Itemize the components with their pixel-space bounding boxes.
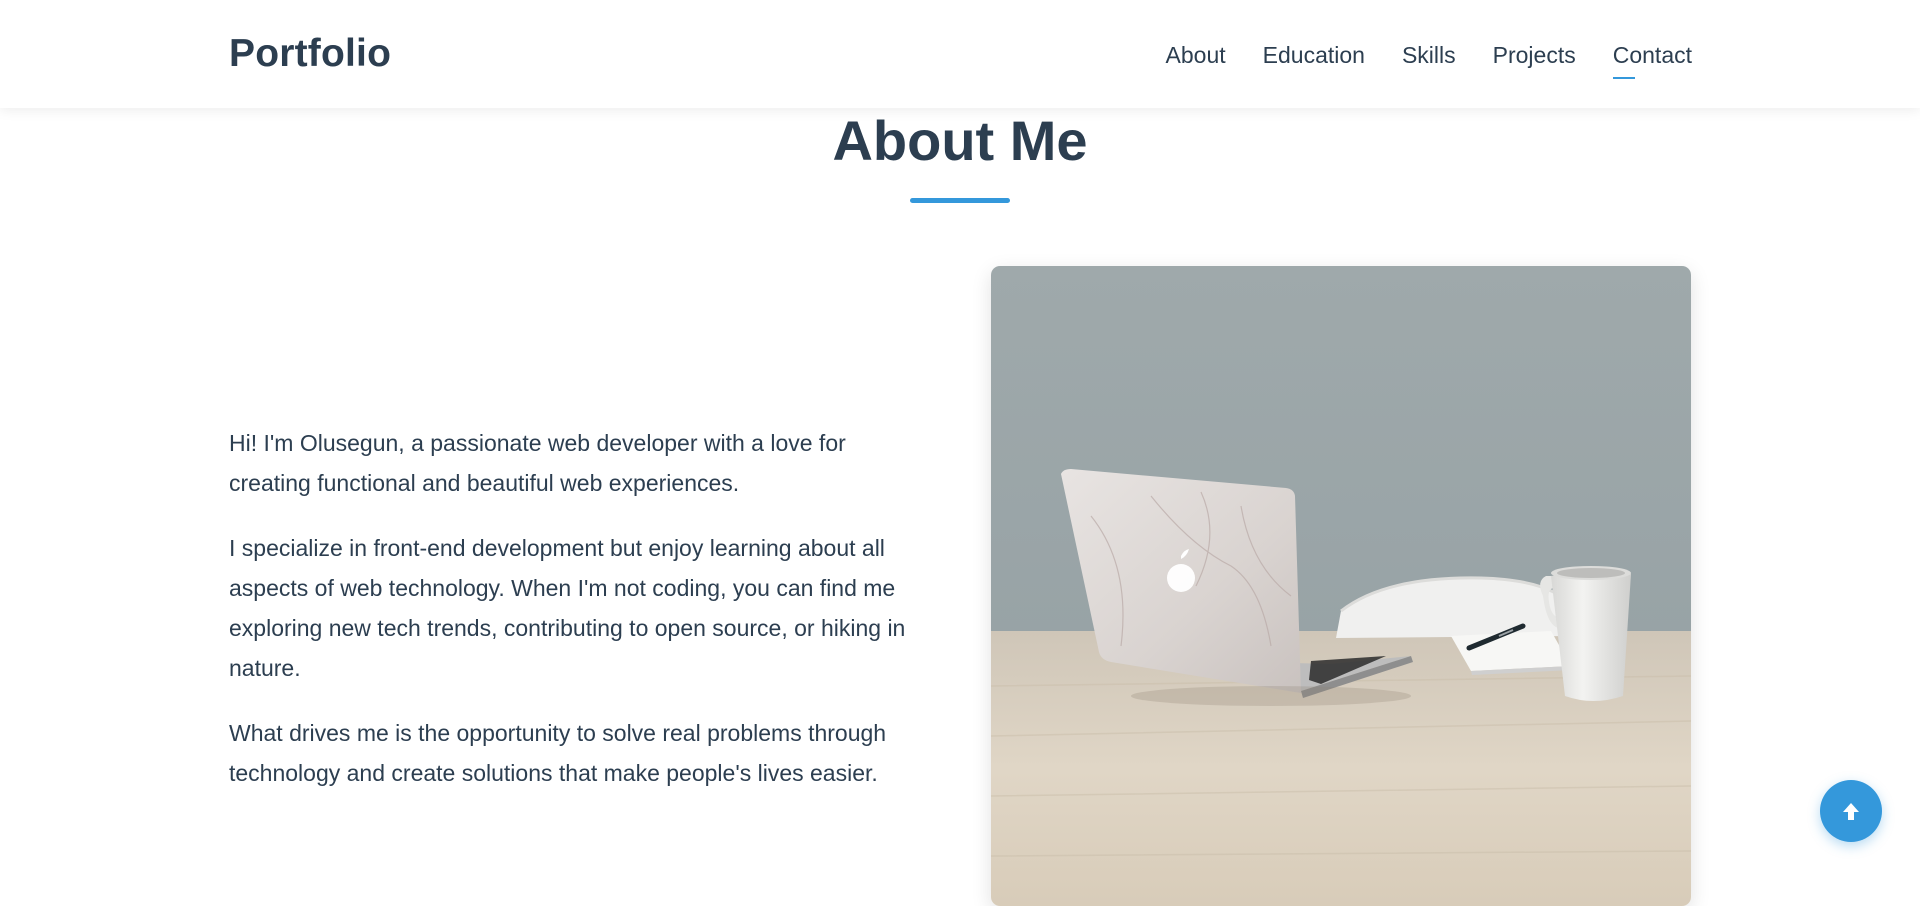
about-text: Hi! I'm Olusegun, a passionate web devel…	[229, 423, 919, 818]
laptop-desk-photo	[991, 266, 1691, 906]
nav-link-projects[interactable]: Projects	[1493, 38, 1576, 72]
nav-link-about[interactable]: About	[1166, 38, 1226, 72]
arrow-up-icon	[1843, 803, 1859, 820]
nav-link-skills[interactable]: Skills	[1402, 38, 1456, 72]
about-paragraph-intro: Hi! I'm Olusegun, a passionate web devel…	[229, 430, 846, 496]
about-paragraph-motivation: What drives me is the opportunity to sol…	[229, 720, 887, 786]
nav-link-education[interactable]: Education	[1263, 38, 1365, 72]
section-title: About Me	[832, 109, 1088, 172]
title-underline	[910, 198, 1010, 203]
nav-link-contact[interactable]: Contact	[1612, 38, 1692, 79]
brand-logo[interactable]: Portfolio	[229, 28, 391, 80]
about-paragraph-specialty: I specialize in front-end development bu…	[229, 535, 906, 681]
navbar: Portfolio About Education Skills Project…	[0, 0, 1920, 108]
about-image	[991, 266, 1691, 906]
nav-links: About Education Skills Projects Contact	[1166, 38, 1692, 79]
scroll-to-top-button[interactable]	[1820, 780, 1882, 842]
